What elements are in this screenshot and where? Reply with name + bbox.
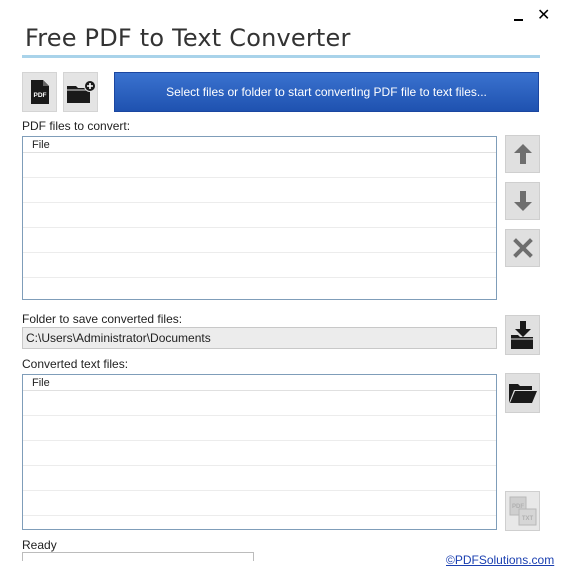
converted-file-list[interactable]: File: [22, 374, 497, 530]
table-row[interactable]: [23, 178, 496, 203]
arrow-down-icon: [513, 191, 532, 211]
app-title: Free PDF to Text Converter: [25, 24, 351, 52]
folder-add-icon: [66, 80, 96, 103]
table-row[interactable]: [23, 516, 496, 529]
pdf-to-txt-button[interactable]: PDF TXT: [505, 491, 540, 531]
website-link[interactable]: ©PDFSolutions.com: [446, 553, 554, 567]
converted-files-label: Converted text files:: [22, 357, 129, 371]
open-folder-icon: [508, 384, 537, 403]
table-row[interactable]: [23, 466, 496, 491]
move-down-button[interactable]: [505, 182, 540, 220]
arrow-up-icon: [513, 144, 532, 164]
table-row[interactable]: [23, 253, 496, 278]
table-row[interactable]: [23, 416, 496, 441]
add-pdf-files-button[interactable]: PDF: [22, 72, 57, 112]
pdf-files-label: PDF files to convert:: [22, 119, 131, 133]
open-output-folder-button[interactable]: [505, 373, 540, 413]
download-folder-icon: [510, 321, 533, 349]
table-row[interactable]: [23, 391, 496, 416]
table-row[interactable]: [23, 491, 496, 516]
status-text: Ready: [22, 538, 57, 552]
svg-text:PDF: PDF: [33, 92, 46, 99]
svg-text:TXT: TXT: [521, 516, 533, 522]
file-column-header[interactable]: File: [23, 375, 496, 391]
minimize-button[interactable]: [512, 8, 526, 22]
progress-bar: [22, 552, 254, 561]
pdf-to-txt-icon: PDF TXT: [509, 496, 536, 526]
output-folder-path[interactable]: C:\Users\Administrator\Documents: [22, 327, 497, 349]
table-row[interactable]: [23, 278, 496, 299]
title-divider: [22, 55, 540, 58]
pdf-file-icon: PDF: [30, 80, 49, 104]
output-folder-label: Folder to save converted files:: [22, 312, 183, 326]
table-row[interactable]: [23, 153, 496, 178]
table-row[interactable]: [23, 228, 496, 253]
file-column-header[interactable]: File: [23, 137, 496, 153]
pdf-file-list[interactable]: File: [22, 136, 497, 300]
close-button[interactable]: ✕: [537, 7, 550, 23]
add-folder-button[interactable]: [63, 72, 98, 112]
x-icon: [512, 238, 533, 258]
move-up-button[interactable]: [505, 135, 540, 173]
table-row[interactable]: [23, 203, 496, 228]
table-row[interactable]: [23, 441, 496, 466]
start-convert-button[interactable]: Select files or folder to start converti…: [114, 72, 539, 112]
remove-file-button[interactable]: [505, 229, 540, 267]
choose-output-folder-button[interactable]: [505, 315, 540, 355]
close-icon: ✕: [537, 5, 551, 24]
